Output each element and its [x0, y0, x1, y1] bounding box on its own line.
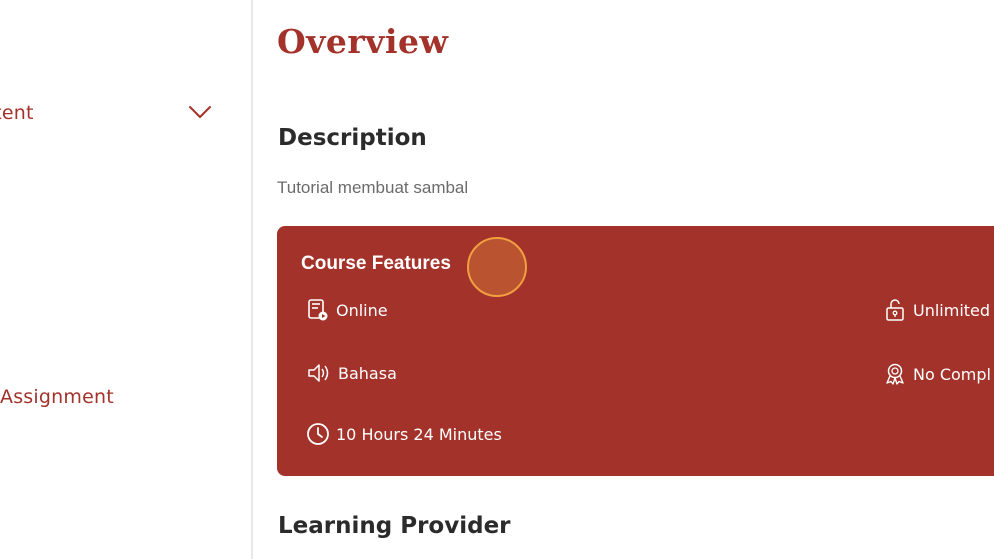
feature-label: 10 Hours 24 Minutes — [336, 424, 502, 444]
feature-duration: 10 Hours 24 Minutes — [306, 422, 502, 446]
sidebar-item-label: Assignment — [0, 386, 114, 408]
feature-language: Bahasa — [306, 362, 397, 384]
feature-label: Bahasa — [338, 363, 397, 383]
feature-access: Unlimited — [883, 298, 990, 322]
feature-certificate: No Compl — [883, 362, 991, 386]
course-features-title: Course Features — [301, 253, 451, 274]
feature-label: Online — [336, 300, 388, 320]
description-text: Tutorial membuat sambal — [277, 178, 469, 197]
learning-provider-heading: Learning Provider — [278, 513, 511, 539]
feature-label: No Compl — [913, 364, 991, 384]
main-content: Overview Description Tutorial membuat sa… — [277, 0, 994, 559]
certificate-icon — [883, 362, 913, 386]
sidebar-item-assignment[interactable]: Assignment — [0, 386, 114, 408]
speaker-icon — [306, 362, 338, 384]
description-heading: Description — [278, 125, 427, 151]
feature-label: Unlimited — [913, 300, 991, 320]
unlock-icon — [883, 298, 913, 322]
course-features-card: Course Features Online Bahasa 10 Hours 2… — [277, 226, 994, 476]
sidebar-item-label: ntent — [0, 102, 34, 124]
sidebar: ntent Assignment — [0, 0, 253, 559]
feature-online: Online — [306, 298, 388, 322]
chevron-down-icon[interactable] — [188, 104, 212, 118]
online-course-icon — [306, 298, 336, 322]
page-title: Overview — [277, 22, 449, 61]
clock-icon — [306, 422, 336, 446]
page: ntent Assignment Overview Description Tu… — [0, 0, 994, 559]
